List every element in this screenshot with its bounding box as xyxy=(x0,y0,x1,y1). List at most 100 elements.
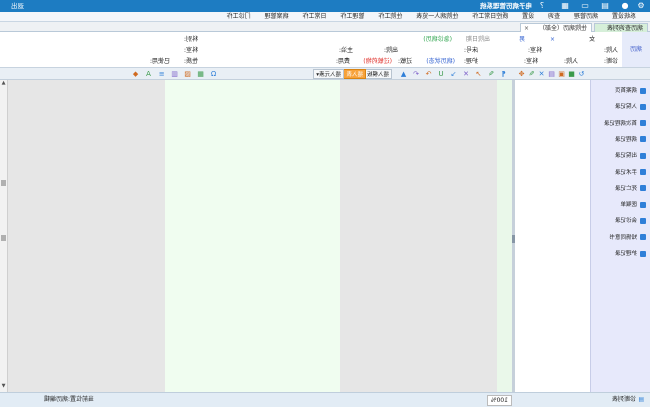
menu-inpatient-list[interactable]: 住院病人一览表 xyxy=(410,12,464,22)
record-list-item[interactable]: 病案首页 xyxy=(615,87,646,96)
calendar-icon[interactable]: ▦ xyxy=(560,1,570,11)
menu-settings[interactable]: 设置 xyxy=(516,12,540,22)
menu-inpatient-work[interactable]: 住院工作 xyxy=(372,12,408,22)
record-list-item[interactable]: 首次病程记录 xyxy=(604,120,646,129)
record-list-label: 知情同意书 xyxy=(609,234,637,241)
insert-template-button[interactable]: 插入模板 xyxy=(363,69,392,79)
vertical-scrollbar[interactable]: ▲ ▼ xyxy=(0,80,8,392)
arrow-up-icon[interactable]: ↗ xyxy=(474,70,483,78)
female-option[interactable]: 女 xyxy=(589,36,595,44)
record-list-item[interactable]: 出院记录 xyxy=(615,152,646,161)
menu-record-management[interactable]: 病历管理 xyxy=(568,12,604,22)
current-location: 当前位置:病历编辑 xyxy=(43,396,94,403)
editor-margin-left xyxy=(497,80,512,392)
edit-icon[interactable]: ✎ xyxy=(527,70,536,78)
print-icon[interactable]: ▤ xyxy=(600,1,610,11)
image-icon[interactable]: ▧ xyxy=(183,70,192,78)
record-list-label: 护理记录 xyxy=(614,251,637,257)
diagnosis-list-label[interactable]: 诊断列表 xyxy=(612,393,636,407)
font-icon[interactable]: A xyxy=(144,70,153,78)
nature-label: 性质: xyxy=(183,58,198,65)
tab-label: 病历查询列表 xyxy=(606,25,643,32)
document-icon xyxy=(640,234,646,241)
menu-qc-daily[interactable]: 质控日常工作 xyxy=(466,12,514,22)
delete-icon[interactable]: ✕ xyxy=(537,70,546,78)
record-list-item[interactable]: 医嘱单 xyxy=(620,201,646,210)
record-list-item[interactable]: 入院记录 xyxy=(615,103,646,112)
document-icon xyxy=(640,217,646,224)
splitter-handle[interactable] xyxy=(512,235,515,243)
tab-record-query-list[interactable]: 病历查询列表 xyxy=(594,23,648,32)
scroll-down-icon[interactable]: ▼ xyxy=(0,383,7,390)
color-icon[interactable]: ◆ xyxy=(131,70,140,78)
tab-label: 住院病历（全部） xyxy=(538,25,587,32)
record-list-item[interactable]: 死亡记录 xyxy=(615,185,646,194)
tab-inpatient-records[interactable]: 住院病历（全部） × xyxy=(520,23,592,32)
brush-icon[interactable]: ▲ xyxy=(399,70,408,78)
record-list-label: 医嘱单 xyxy=(620,202,637,209)
record-type: (急诊病历) xyxy=(423,36,452,43)
move-icon[interactable]: ✥ xyxy=(517,70,526,78)
menu-admin-work[interactable]: 管理工作 xyxy=(334,12,370,22)
scroll-marker[interactable] xyxy=(1,180,6,186)
scroll-marker[interactable] xyxy=(1,235,6,241)
editor-canvas-right xyxy=(8,80,165,392)
dept-label: 科室: xyxy=(527,47,542,54)
scroll-up-icon[interactable]: ▲ xyxy=(0,80,7,87)
document-icon xyxy=(640,120,646,127)
status-bar: ▤ 诊断列表 100% 当前位置:病历编辑 xyxy=(0,392,650,407)
logout-button[interactable]: 退出 xyxy=(11,0,24,12)
record-list-item[interactable]: 病程记录 xyxy=(615,136,646,145)
allergy-drug: (过敏药物) xyxy=(363,58,392,65)
omega-icon[interactable]: Ω xyxy=(209,70,218,78)
splitter[interactable] xyxy=(512,80,515,392)
undo-icon[interactable]: ↶ xyxy=(412,70,421,78)
record-list-item[interactable]: 会诊记录 xyxy=(615,217,646,226)
list-icon[interactable]: ≡ xyxy=(157,70,166,78)
refresh-icon[interactable]: ↻ xyxy=(577,70,586,78)
arrow-down-icon[interactable]: ↘ xyxy=(449,70,458,78)
menu-case-management[interactable]: 病案管理 xyxy=(259,12,295,22)
zoom-level[interactable]: 100% xyxy=(486,395,512,406)
record-list-label: 出院记录 xyxy=(614,153,637,160)
record-side-label[interactable]: 病历 xyxy=(622,32,650,67)
record-list-label: 手术记录 xyxy=(614,169,637,176)
record-status[interactable]: (病历状态) xyxy=(426,58,455,66)
format-icon[interactable]: ¶ xyxy=(499,70,508,78)
menu-query[interactable]: 查询 xyxy=(542,12,566,22)
dept2-label: 科室: xyxy=(523,58,538,65)
document-page[interactable] xyxy=(165,80,340,392)
insert-table-button[interactable]: 插入表 xyxy=(343,69,366,79)
print-icon[interactable]: ▤ xyxy=(547,70,556,78)
record-list-item[interactable]: 护理记录 xyxy=(615,250,646,259)
clear-icon[interactable]: × xyxy=(550,36,555,44)
document-icon xyxy=(640,201,646,208)
app-window: ⚙ ● ▤ ▭ ▦ ? 电子病历管理系统 退出 系统设置 病历管理 查询 设置 … xyxy=(0,0,650,407)
male-option[interactable]: 男 xyxy=(519,36,525,44)
insert-element-dropdown[interactable]: 插入元素▾ xyxy=(313,69,344,79)
list-view-icon[interactable]: ▤ xyxy=(638,393,644,407)
redo-icon[interactable]: ↷ xyxy=(424,70,433,78)
user-icon[interactable]: ● xyxy=(620,1,630,11)
pen-icon[interactable]: ✎ xyxy=(487,70,496,78)
document-icon xyxy=(640,136,646,143)
record-tree-panel[interactable] xyxy=(515,80,590,392)
grid-icon[interactable]: ▥ xyxy=(170,70,179,78)
underline-icon[interactable]: U xyxy=(437,70,446,78)
monitor-icon[interactable]: ▭ xyxy=(580,1,590,11)
menu-outpatient-work[interactable]: 门诊工作 xyxy=(221,12,257,22)
save-all-icon[interactable]: ▣ xyxy=(557,70,566,78)
table-icon[interactable]: ▦ xyxy=(196,70,205,78)
record-list-item[interactable]: 手术记录 xyxy=(615,169,646,178)
menu-daily-work[interactable]: 日常工作 xyxy=(296,12,332,22)
used-label: 已使用: xyxy=(149,58,170,65)
menu-system-settings[interactable]: 系统设置 xyxy=(606,12,642,22)
gear-icon[interactable]: ⚙ xyxy=(636,1,646,11)
save-icon[interactable]: ■ xyxy=(567,70,576,78)
editor-toolbar: ↻ ■ ▣ ▤ ✕ ✎ ✥ ¶ ✎ ↗ ✕ ↘ U ↷ ↶ ▲ 插入模板 插入表 插入元素▾ Ω ▦ ▧ ▥ ≡ A ◆ xyxy=(0,68,650,80)
record-list-label: 会诊记录 xyxy=(614,218,637,225)
record-list-item[interactable]: 知情同意书 xyxy=(609,234,646,243)
close-icon[interactable]: ✕ xyxy=(462,70,471,78)
help-icon[interactable]: ? xyxy=(537,1,547,11)
patient-info-panel: 病历 女 × 男 出院日期 (急诊病历) 科别: 入院: 科室: 床号: 出院:… xyxy=(0,32,650,68)
